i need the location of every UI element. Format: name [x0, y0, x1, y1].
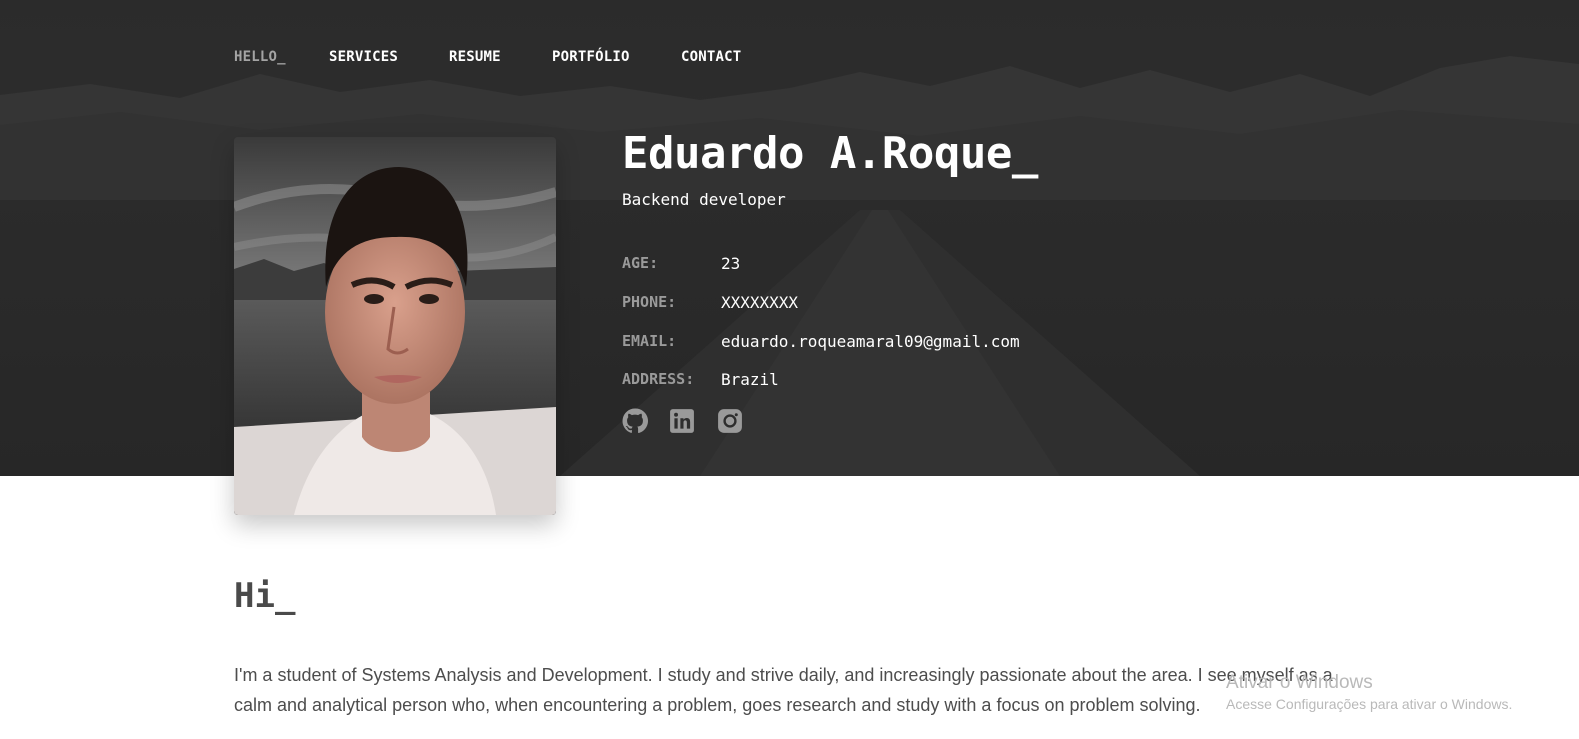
info-label-email: EMAIL: — [622, 332, 677, 350]
nav-resume[interactable]: RESUME — [449, 49, 501, 65]
about-text: I'm a student of Systems Analysis and De… — [234, 665, 1333, 715]
info-value-age: 23 — [721, 254, 741, 273]
profile-name: Eduardo A.Roque_ — [622, 128, 1038, 179]
about-title: Hi_ — [234, 576, 296, 616]
info-label-address: ADDRESS: — [622, 370, 695, 388]
profile-role: Backend developer — [622, 190, 786, 209]
linkedin-icon[interactable] — [669, 408, 695, 434]
watermark-title: Ativar o Windows — [1226, 672, 1373, 693]
profile-photo-image — [234, 137, 556, 515]
info-label-phone: PHONE: — [622, 293, 677, 311]
github-icon[interactable] — [622, 408, 648, 434]
info-value-address: Brazil — [721, 370, 779, 389]
nav-services[interactable]: SERVICES — [329, 49, 398, 65]
watermark-subtitle: Acesse Configurações para ativar o Windo… — [1226, 696, 1513, 712]
instagram-icon[interactable] — [717, 408, 743, 434]
info-value-email[interactable]: eduardo.roqueamaral09@gmail.com — [721, 332, 1020, 351]
nav-contact[interactable]: CONTACT — [681, 49, 741, 65]
nav-hello[interactable]: HELLO_ — [234, 49, 286, 65]
info-value-phone: XXXXXXXX — [721, 293, 799, 312]
info-label-age: AGE: — [622, 254, 659, 272]
nav-portfolio[interactable]: PORTFÓLIO — [552, 49, 630, 65]
profile-photo — [234, 137, 556, 515]
windows-activation-watermark: Ativar o Windows Acesse Configurações pa… — [1226, 672, 1512, 712]
